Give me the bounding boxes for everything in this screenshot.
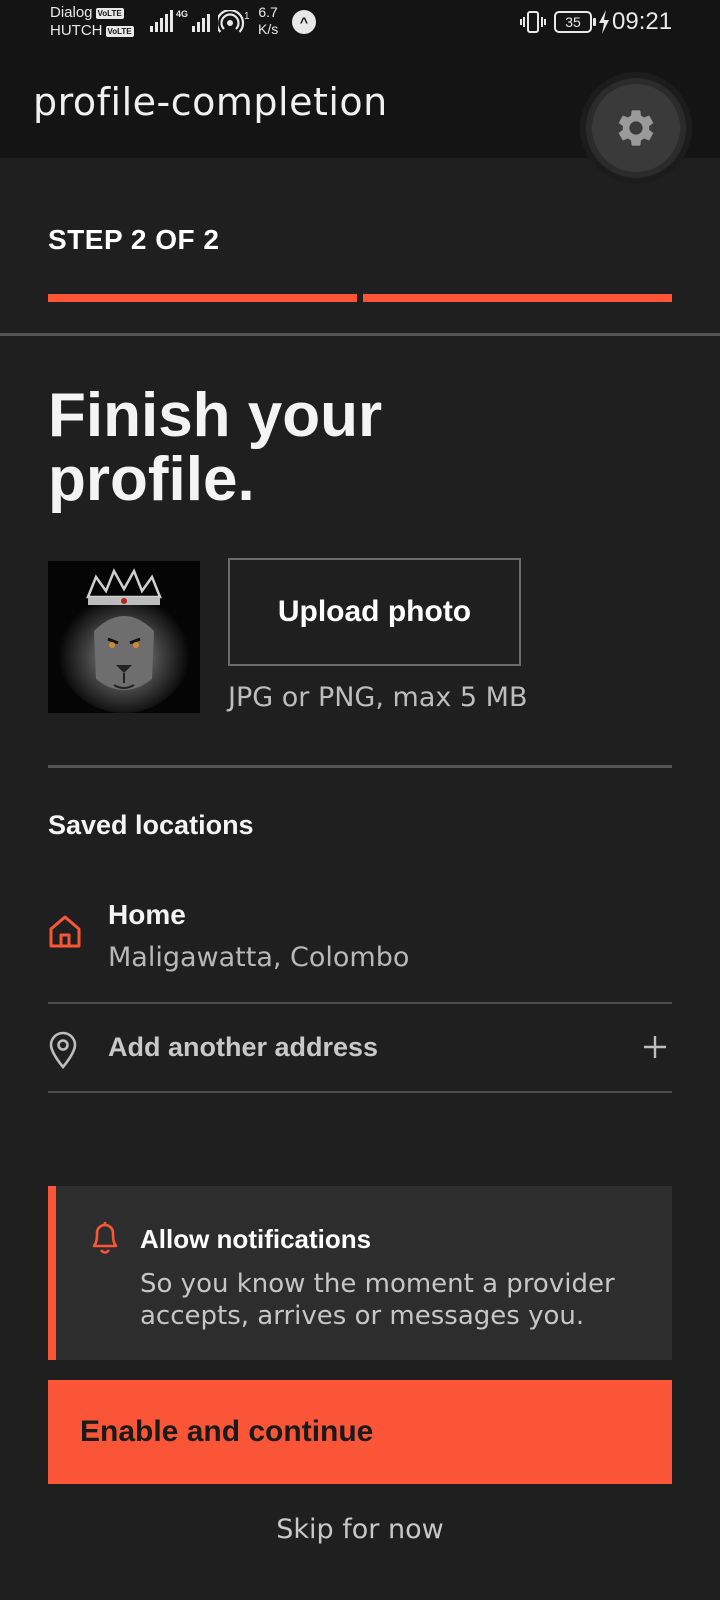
carrier-2: HUTCH — [50, 22, 103, 39]
volte-badge-1: VoLTE — [95, 7, 124, 19]
vibrate-icon — [520, 11, 546, 38]
home-icon — [49, 915, 81, 948]
headline-line-1: Finish your — [48, 381, 383, 450]
notification-title: Allow notifications — [140, 1224, 372, 1254]
battery-indicator: 35 — [554, 11, 596, 33]
clock: 09:21 — [612, 8, 673, 35]
progress-segment-1 — [48, 294, 357, 302]
network-type: 4G — [176, 9, 189, 19]
page-title: profile-completion — [33, 80, 388, 124]
step-label: STEP 2 OF 2 — [48, 224, 220, 255]
saved-locations-title: Saved locations — [48, 810, 254, 840]
signal-icon-2 — [192, 10, 210, 32]
bell-icon — [92, 1222, 118, 1254]
map-pin-icon — [49, 1031, 77, 1069]
skip-for-now-link[interactable]: Skip for now — [0, 1514, 720, 1545]
enable-and-continue-button[interactable]: Enable and continue — [48, 1380, 672, 1484]
settings-button-inner — [592, 84, 680, 172]
add-address-label: Add another address — [108, 1032, 379, 1062]
gear-icon — [618, 110, 654, 146]
headline: Finish your profile. — [48, 384, 382, 512]
divider — [48, 765, 672, 768]
progress-segment-2 — [363, 294, 672, 302]
location-name: Home — [108, 899, 186, 930]
notification-card: Allow notifications So you know the mome… — [48, 1186, 672, 1360]
speed-unit: K/s — [258, 21, 279, 37]
charging-icon — [598, 10, 610, 39]
volte-badge-2: VoLTE — [105, 25, 134, 37]
plus-icon — [644, 1036, 666, 1058]
carrier-names: Dialog VoLTE HUTCH VoLTE — [50, 4, 134, 40]
upload-hint: JPG or PNG, max 5 MB — [228, 682, 528, 713]
settings-button[interactable] — [586, 78, 686, 178]
upload-photo-button[interactable]: Upload photo — [228, 558, 521, 666]
hotspot-icon: 1 — [215, 9, 252, 39]
speed-value: 6.7 — [258, 4, 278, 20]
carrier-1: Dialog — [50, 4, 93, 21]
location-address: Maligawatta, Colombo — [108, 942, 410, 973]
divider — [48, 1091, 672, 1093]
network-speed: 6.7 K/s — [258, 4, 278, 38]
divider — [0, 333, 720, 336]
lion-image — [48, 561, 200, 713]
avatar — [48, 561, 200, 713]
hotspot-count: 1 — [244, 11, 250, 22]
headline-line-2: profile. — [48, 445, 255, 514]
status-bar: Dialog VoLTE HUTCH VoLTE 4G 1 6.7 K/s ^ 35… — [0, 0, 720, 52]
notification-body: So you know the moment a provider accept… — [140, 1269, 615, 1331]
signal-icon — [150, 10, 173, 32]
navigation-icon: ^ — [292, 10, 316, 34]
add-address-button[interactable]: Add another address — [48, 1004, 672, 1092]
